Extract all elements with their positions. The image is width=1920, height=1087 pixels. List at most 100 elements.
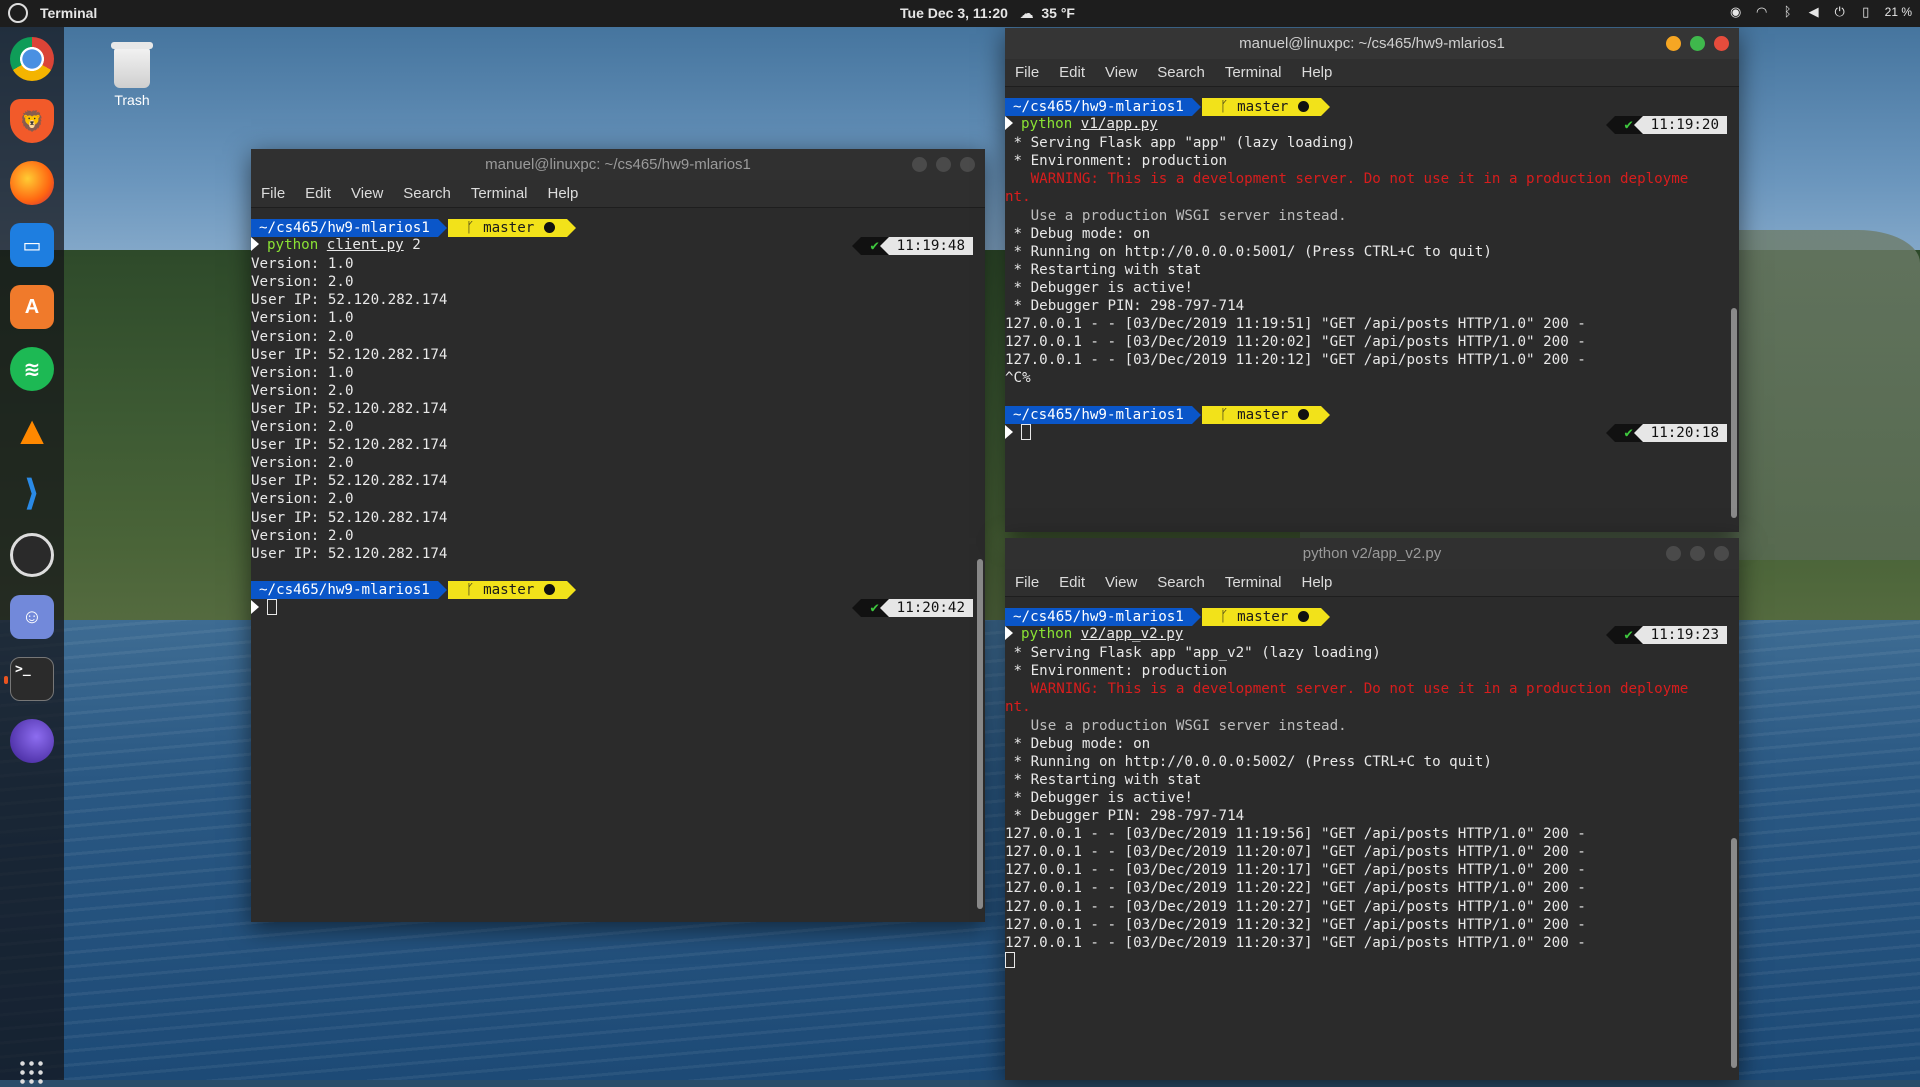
menu-view[interactable]: View xyxy=(1095,569,1147,596)
prompt-arrow-icon xyxy=(1005,424,1013,439)
menu-search[interactable]: Search xyxy=(1147,59,1215,86)
output-line: nt. xyxy=(1005,699,1031,716)
output-line: Version: 1.0 xyxy=(251,256,354,273)
power-icon[interactable]: ⏻ xyxy=(1833,5,1847,19)
output-line: * Debugger PIN: 298-797-714 xyxy=(1005,298,1245,315)
output-line: 127.0.0.1 - - [03/Dec/2019 11:19:51] "GE… xyxy=(1005,316,1586,333)
menu-file[interactable]: File xyxy=(1005,59,1049,86)
menu-help[interactable]: Help xyxy=(538,180,589,207)
command-name: python xyxy=(1021,116,1073,133)
wifi-icon[interactable]: ◠ xyxy=(1755,5,1769,19)
terminal-content[interactable]: ~/cs465/hw9-mlarios1 ᚴ master python v1/… xyxy=(1005,98,1727,528)
output-line: Version: 2.0 xyxy=(251,491,354,508)
prompt-directory: ~/cs465/hw9-mlarios1 xyxy=(251,580,447,599)
show-applications-icon[interactable] xyxy=(18,1059,46,1087)
obs-icon[interactable] xyxy=(10,533,54,577)
git-dirty-icon xyxy=(1298,611,1310,622)
menu-terminal[interactable]: Terminal xyxy=(1215,59,1292,86)
software-center-icon[interactable]: A xyxy=(10,285,54,329)
spotify-icon[interactable]: ≋ xyxy=(10,347,54,391)
menu-edit[interactable]: Edit xyxy=(1049,569,1095,596)
output-line: * Environment: production xyxy=(1005,663,1228,680)
prompt-time: 11:19:23 xyxy=(1633,626,1727,645)
output-line: Version: 1.0 xyxy=(251,310,354,327)
output-line: WARNING: This is a development server. D… xyxy=(1005,681,1689,698)
prompt-directory: ~/cs465/hw9-mlarios1 xyxy=(1005,98,1201,116)
menu-edit[interactable]: Edit xyxy=(295,180,341,207)
maximize-button[interactable] xyxy=(1690,546,1705,561)
minimize-button[interactable] xyxy=(1666,546,1681,561)
system-tray[interactable]: ◉ ◠ ᛒ ◀ ⏻ ▯ 21 % xyxy=(1729,5,1912,20)
menu-file[interactable]: File xyxy=(251,180,295,207)
scrollbar[interactable] xyxy=(1731,308,1737,518)
datetime-label: Tue Dec 3, 11:20 xyxy=(900,5,1008,21)
brave-icon[interactable]: 🦁 xyxy=(10,99,54,143)
menu-terminal[interactable]: Terminal xyxy=(1215,569,1292,596)
output-line: nt. xyxy=(1005,189,1031,206)
output-line: Version: 1.0 xyxy=(251,364,354,381)
output-line: ^C% xyxy=(1005,370,1031,387)
close-button[interactable] xyxy=(1714,546,1729,561)
prompt-git-branch: ᚴ master xyxy=(1202,405,1331,424)
maximize-button[interactable] xyxy=(1690,36,1705,51)
scrollbar[interactable] xyxy=(1731,838,1737,1068)
prompt-arrow-icon xyxy=(1005,626,1013,641)
menu-bar: File Edit View Search Terminal Help xyxy=(1005,59,1739,87)
terminal-icon[interactable]: >_ xyxy=(4,657,54,701)
command-line: python v1/app.py ✔ 11:19:20 xyxy=(1005,116,1727,135)
menu-search[interactable]: Search xyxy=(1147,569,1215,596)
branch-name: master xyxy=(483,220,535,236)
minimize-button[interactable] xyxy=(912,157,927,172)
discord-tray-icon[interactable]: ◉ xyxy=(1729,5,1743,19)
maximize-button[interactable] xyxy=(936,157,951,172)
window-titlebar[interactable]: manuel@linuxpc: ~/cs465/hw9-mlarios1 xyxy=(1005,28,1739,59)
prompt-line: ~/cs465/hw9-mlarios1 ᚴ master xyxy=(1005,608,1727,626)
files-icon[interactable]: ▭ xyxy=(10,223,54,267)
command-arg: v1/app.py xyxy=(1080,116,1158,133)
right-prompt: ✔ 11:19:20 xyxy=(1605,116,1727,135)
output-line: 127.0.0.1 - - [03/Dec/2019 11:20:07] "GE… xyxy=(1005,844,1586,861)
bluetooth-icon[interactable]: ᛒ xyxy=(1781,5,1795,19)
menu-search[interactable]: Search xyxy=(393,180,461,207)
output-line: * Debug mode: on xyxy=(1005,225,1151,242)
menu-terminal[interactable]: Terminal xyxy=(461,180,538,207)
vlc-icon[interactable]: ▲ xyxy=(10,409,54,453)
dock: 🦁 ▭ A ≋ ▲ ⟩ ☺ >_ xyxy=(0,27,64,1087)
battery-icon[interactable]: ▯ xyxy=(1859,5,1873,19)
git-dirty-icon xyxy=(1298,408,1310,420)
menu-edit[interactable]: Edit xyxy=(1049,59,1095,86)
terminal-window-v1[interactable]: manuel@linuxpc: ~/cs465/hw9-mlarios1 Fil… xyxy=(1005,28,1739,532)
output-line: User IP: 52.120.282.174 xyxy=(251,437,448,454)
menu-file[interactable]: File xyxy=(1005,569,1049,596)
stacer-icon[interactable] xyxy=(10,719,54,763)
output-line: * Debugger is active! xyxy=(1005,789,1193,806)
window-titlebar[interactable]: python v2/app_v2.py xyxy=(1005,538,1739,569)
prompt-arrow-icon xyxy=(251,237,259,252)
active-app-menu[interactable]: Terminal xyxy=(40,5,97,21)
prompt-git-branch: ᚴ master xyxy=(448,580,577,599)
discord-icon[interactable]: ☺ xyxy=(10,595,54,639)
close-button[interactable] xyxy=(1714,36,1729,51)
output-line: Version: 2.0 xyxy=(251,274,354,291)
minimize-button[interactable] xyxy=(1666,36,1681,51)
chrome-icon[interactable] xyxy=(10,37,54,81)
terminal-content[interactable]: ~/cs465/hw9-mlarios1 ᚴ master python v2/… xyxy=(1005,608,1727,1078)
trash-label: Trash xyxy=(114,92,150,108)
terminal-window-client[interactable]: manuel@linuxpc: ~/cs465/hw9-mlarios1 Fil… xyxy=(251,149,985,922)
vscode-icon[interactable]: ⟩ xyxy=(10,471,54,515)
menu-view[interactable]: View xyxy=(341,180,393,207)
clock[interactable]: Tue Dec 3, 11:20 ☁ 35 °F xyxy=(900,5,1075,22)
trash-desktop-icon[interactable]: Trash xyxy=(104,42,160,108)
window-titlebar[interactable]: manuel@linuxpc: ~/cs465/hw9-mlarios1 xyxy=(251,149,985,180)
ubuntu-logo-icon[interactable] xyxy=(8,3,28,23)
firefox-icon[interactable] xyxy=(10,161,54,205)
menu-help[interactable]: Help xyxy=(1292,569,1343,596)
terminal-window-v2[interactable]: python v2/app_v2.py File Edit View Searc… xyxy=(1005,538,1739,1080)
close-button[interactable] xyxy=(960,157,975,172)
terminal-content[interactable]: ~/cs465/hw9-mlarios1 ᚴ master python cli… xyxy=(251,219,973,919)
menu-view[interactable]: View xyxy=(1095,59,1147,86)
menu-help[interactable]: Help xyxy=(1292,59,1343,86)
volume-icon[interactable]: ◀ xyxy=(1807,5,1821,19)
scrollbar[interactable] xyxy=(977,559,983,909)
output-line: * Running on http://0.0.0.0:5001/ (Press… xyxy=(1005,243,1492,260)
